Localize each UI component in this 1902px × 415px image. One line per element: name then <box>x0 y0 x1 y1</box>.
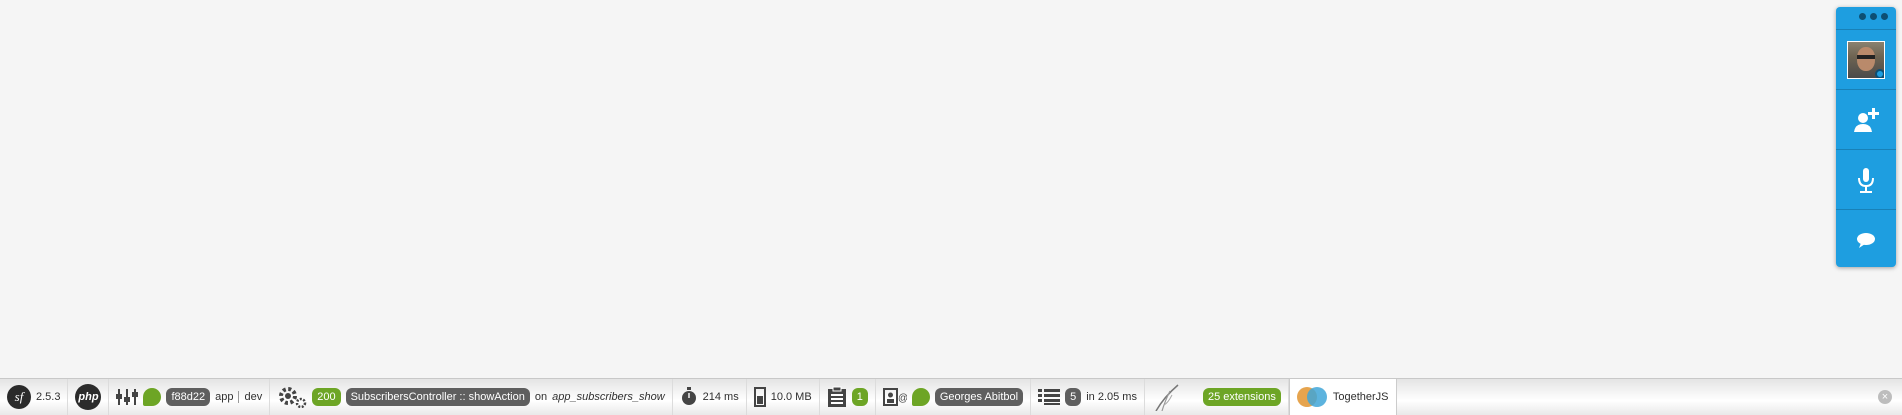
dock-chat-button[interactable] <box>1836 209 1896 269</box>
chat-bubble-icon <box>1857 232 1875 248</box>
togetherjs-tab[interactable]: TogetherJS <box>1288 379 1397 415</box>
timer-value: 214 ms <box>702 391 739 403</box>
add-person-icon <box>1854 107 1879 132</box>
user-card-icon: @ <box>882 388 907 406</box>
controller-separator: :: <box>459 391 466 403</box>
symfony-logo: sf <box>7 385 31 409</box>
security-block[interactable]: @ Georges Abitbol <box>876 379 1032 415</box>
togetherjs-logo-icon <box>1296 387 1327 407</box>
dock-invite-button[interactable] <box>1836 89 1896 149</box>
avatar <box>1847 40 1885 79</box>
extensions-badge: 25 extensions <box>1202 388 1281 406</box>
microphone-icon <box>1858 167 1874 193</box>
twig-block[interactable]: 25 extensions <box>1145 379 1289 415</box>
controller-name: SubscribersController <box>350 391 457 403</box>
config-icon <box>116 389 139 405</box>
close-toolbar-button[interactable]: × <box>1878 390 1892 404</box>
clipboard-icon <box>827 386 846 407</box>
logs-block[interactable]: 1 <box>820 379 876 415</box>
controller-badge: SubscribersController :: showAction <box>345 388 530 406</box>
dock-audio-button[interactable] <box>1836 149 1896 209</box>
memory-icon <box>753 387 766 407</box>
route-name: app_subscribers_show <box>552 391 665 403</box>
app-name: app <box>215 391 234 403</box>
db-time: in 2.05 ms <box>1086 391 1137 403</box>
togetherjs-dock <box>1836 7 1896 267</box>
status-code-badge: 200 <box>312 388 341 406</box>
gear-icon <box>1875 68 1884 78</box>
route-prefix: on <box>534 391 548 403</box>
database-icon <box>1038 389 1061 405</box>
stopwatch-icon <box>681 387 696 405</box>
logs-count-badge: 1 <box>851 388 868 406</box>
security-user-badge: Georges Abitbol <box>934 388 1024 406</box>
svg-text:@: @ <box>898 393 907 404</box>
gear-icon <box>279 387 307 408</box>
debug-toolbar: sf 2.5.3 php f88d22 app dev 200 Subscrib… <box>0 378 1902 415</box>
php-logo: php <box>75 384 102 410</box>
twig-icon <box>1155 384 1179 411</box>
memory-block[interactable]: 10.0 MB <box>747 379 820 415</box>
symfony-version: 2.5.3 <box>36 391 61 403</box>
db-queries-badge: 5 <box>1065 388 1082 406</box>
config-token: f88d22 <box>166 388 211 406</box>
environment: dev <box>244 391 263 403</box>
dock-profile-button[interactable] <box>1836 29 1896 89</box>
config-block[interactable]: f88d22 app dev <box>109 379 271 415</box>
memory-value: 10.0 MB <box>770 391 812 403</box>
config-status-icon <box>143 388 162 406</box>
action-name: showAction <box>468 391 525 403</box>
php-block[interactable]: php <box>68 379 110 415</box>
togetherjs-label: TogetherJS <box>1332 391 1389 403</box>
security-status-icon <box>911 388 930 406</box>
db-block[interactable]: 5 in 2.05 ms <box>1031 379 1145 415</box>
dock-menu-dots[interactable] <box>1859 13 1888 20</box>
symfony-version-block[interactable]: sf 2.5.3 <box>0 379 69 415</box>
timer-block[interactable]: 214 ms <box>673 379 747 415</box>
request-block[interactable]: 200 SubscribersController :: showAction … <box>270 379 673 415</box>
